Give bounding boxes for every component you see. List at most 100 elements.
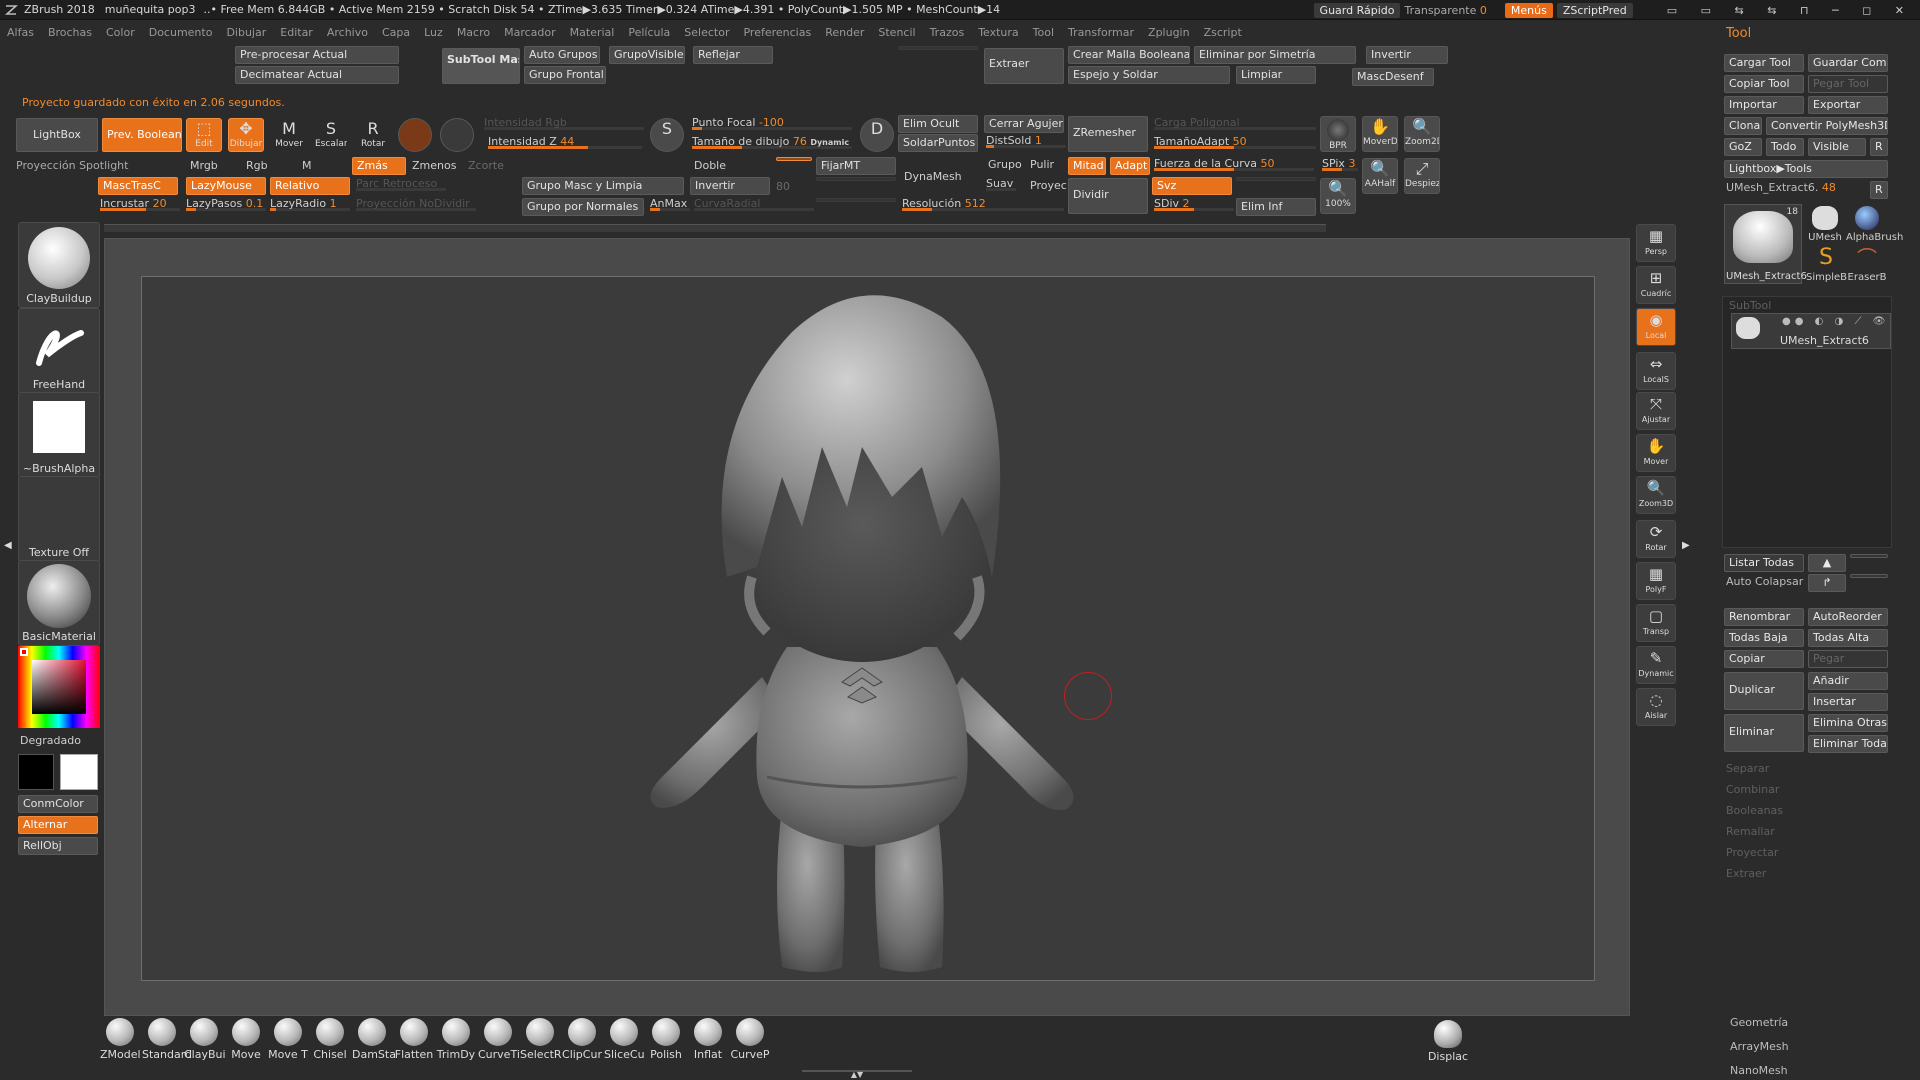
rgb-toggle[interactable]: Rgb bbox=[246, 159, 268, 172]
adaptive-size-slider[interactable]: TamañoAdapt 50 bbox=[1154, 135, 1316, 149]
brush-15[interactable]: CurveP bbox=[730, 1018, 770, 1061]
curve-radial-slider[interactable]: CurvaRadial bbox=[694, 197, 814, 211]
project-item[interactable]: Proyectar bbox=[1726, 846, 1778, 859]
r-button[interactable]: R bbox=[1870, 138, 1888, 156]
menu-item-17[interactable]: Trazos bbox=[923, 26, 972, 39]
autoreorder-button[interactable]: AutoReorder bbox=[1808, 608, 1888, 626]
zoom100-button[interactable]: 🔍 100% bbox=[1320, 178, 1356, 214]
group-front-button[interactable]: Grupo Frontal bbox=[524, 66, 606, 84]
symmetry-icon-button[interactable]: S bbox=[650, 118, 684, 152]
despiez-button[interactable]: ⤢ Despiez bbox=[1404, 158, 1440, 194]
delete-button[interactable]: Eliminar bbox=[1724, 714, 1804, 752]
menu-item-11[interactable]: Material bbox=[563, 26, 622, 39]
menu-item-7[interactable]: Capa bbox=[375, 26, 417, 39]
all-low-button[interactable]: Todas Baja bbox=[1724, 629, 1804, 647]
clean-button[interactable]: Limpiar bbox=[1236, 66, 1316, 84]
moverd-button[interactable]: ✋ MoverD bbox=[1362, 116, 1398, 152]
relative-toggle[interactable]: Relativo bbox=[270, 177, 350, 195]
brush-13[interactable]: Polish bbox=[646, 1018, 686, 1061]
lazy-mouse-toggle[interactable]: LazyMouse bbox=[186, 177, 266, 195]
brush-3[interactable]: Move bbox=[226, 1018, 266, 1061]
backface-slider[interactable]: Parc Retroceso bbox=[356, 177, 446, 191]
default-zscript-button[interactable]: ZScriptPred bbox=[1556, 2, 1633, 18]
dynamic-size-button[interactable]: D bbox=[860, 118, 894, 152]
extract-button[interactable]: Extraer bbox=[984, 48, 1064, 84]
move-mode-button[interactable]: M Mover bbox=[272, 118, 306, 152]
brush-7[interactable]: Flatten bbox=[394, 1018, 434, 1061]
current-tool-thumb[interactable]: 18 UMesh_Extract6 bbox=[1724, 204, 1807, 284]
zadd-toggle[interactable]: Zmás bbox=[352, 157, 406, 175]
tool-thumb-eraserbrush[interactable]: ⌒ EraserB bbox=[1846, 246, 1888, 286]
rgb-intensity-slider[interactable]: Intensidad Rgb bbox=[484, 116, 644, 130]
delete-others-button[interactable]: Elimina Otras bbox=[1808, 714, 1888, 732]
embed-slider[interactable]: Incrustar 20 bbox=[100, 197, 180, 211]
svz-toggle[interactable]: Svz bbox=[1152, 177, 1232, 195]
rename-button[interactable]: Renombrar bbox=[1724, 608, 1804, 626]
menu-item-13[interactable]: Selector bbox=[677, 26, 736, 39]
horizontal-scrollbar[interactable] bbox=[104, 224, 1326, 232]
shelf-rotar-button[interactable]: ⟳ Rotar bbox=[1636, 520, 1676, 558]
shelf-mover-button[interactable]: ✋ Mover bbox=[1636, 434, 1676, 472]
copy-tool-button[interactable]: Copiar Tool bbox=[1724, 75, 1804, 93]
draw-mode-button[interactable]: ✥ Dibujar bbox=[228, 118, 264, 152]
unmask-button[interactable]: MascDesenf bbox=[1352, 68, 1434, 86]
brush-14[interactable]: Inflat bbox=[688, 1018, 728, 1061]
dist-sold-slider[interactable]: DistSold 1 bbox=[986, 134, 1066, 148]
menu-item-3[interactable]: Documento bbox=[142, 26, 220, 39]
menus-toggle[interactable]: Menús bbox=[1504, 2, 1553, 18]
insert-button[interactable]: Insertar bbox=[1808, 693, 1888, 711]
scale-mode-button[interactable]: S Escalar bbox=[314, 118, 348, 152]
quick-save-button[interactable]: Guard Rápido bbox=[1313, 2, 1401, 18]
remesh-item[interactable]: Remallar bbox=[1726, 825, 1775, 838]
auto-collapse-toggle[interactable]: ↱ bbox=[1808, 574, 1846, 592]
canvas[interactable] bbox=[141, 276, 1595, 981]
menu-item-21[interactable]: Zplugin bbox=[1141, 26, 1197, 39]
alternate-button[interactable]: Alternar bbox=[18, 816, 98, 834]
alpha-slot[interactable]: ~BrushAlpha bbox=[18, 392, 100, 478]
visible-button[interactable]: Visible bbox=[1808, 138, 1866, 156]
color-picker-square[interactable] bbox=[32, 660, 86, 714]
double-toggle[interactable]: Doble bbox=[694, 159, 726, 172]
material-slot[interactable]: BasicMaterial bbox=[18, 560, 100, 646]
spix-slider[interactable]: SPix 3 bbox=[1322, 157, 1358, 171]
menu-item-6[interactable]: Archivo bbox=[320, 26, 375, 39]
texture-slot[interactable]: Texture Off bbox=[18, 476, 100, 562]
rotate-mode-button[interactable]: R Rotar bbox=[356, 118, 390, 152]
subtool-master-button[interactable]: SubTool Master bbox=[442, 48, 520, 84]
load-tool-button[interactable]: Cargar Tool bbox=[1724, 54, 1804, 72]
anmax-slider[interactable]: AnMax bbox=[650, 197, 690, 211]
left-collapse-handle[interactable]: ◀ bbox=[4, 540, 12, 562]
append-button[interactable]: Añadir bbox=[1808, 672, 1888, 690]
shelf-polyf-button[interactable]: ▦ PolyF bbox=[1636, 562, 1676, 600]
r-small-button[interactable]: R bbox=[1870, 181, 1888, 199]
boolean-mesh-button[interactable]: Crear Malla Booleana bbox=[1068, 46, 1190, 64]
menu-item-16[interactable]: Stencil bbox=[871, 26, 922, 39]
delete-all-button[interactable]: Eliminar Todas bbox=[1808, 735, 1888, 753]
smooth-slider[interactable]: Suav bbox=[986, 177, 1016, 191]
brush-9[interactable]: CurveTi bbox=[478, 1018, 520, 1061]
brush-0[interactable]: ZModel bbox=[100, 1018, 141, 1061]
main-color-swatch[interactable] bbox=[18, 754, 54, 790]
lightbox-button[interactable]: LightBox bbox=[16, 118, 98, 152]
lazy-step-slider[interactable]: LazyPasos 0.1 bbox=[186, 197, 266, 211]
brush-1[interactable]: Standard bbox=[142, 1018, 192, 1061]
nanomesh-item[interactable]: NanoMesh bbox=[1730, 1064, 1788, 1077]
fix-mt-button[interactable]: FijarMT bbox=[816, 157, 896, 175]
menu-item-1[interactable]: Brochas bbox=[41, 26, 99, 39]
extract-item[interactable]: Extraer bbox=[1726, 867, 1766, 880]
all-button[interactable]: Todo bbox=[1766, 138, 1804, 156]
brush-2[interactable]: ClayBui bbox=[184, 1018, 226, 1061]
auto-collapse-label[interactable]: Auto Colapsar bbox=[1726, 575, 1803, 588]
group-visible-button[interactable]: GrupoVisible bbox=[609, 46, 685, 64]
shelf-local-button[interactable]: ◉ Local bbox=[1636, 308, 1676, 346]
half-toggle[interactable]: Mitad bbox=[1068, 157, 1106, 175]
lazy-radius-slider[interactable]: LazyRadio 1 bbox=[270, 197, 350, 211]
brush-5[interactable]: Chisel bbox=[310, 1018, 350, 1061]
displace-brush[interactable]: Displac bbox=[1426, 1020, 1470, 1063]
groups-toggle[interactable]: Grupo bbox=[988, 158, 1022, 171]
menu-item-0[interactable]: Alfas bbox=[0, 26, 41, 39]
close-holes-button[interactable]: Cerrar Agujero bbox=[984, 115, 1064, 133]
arraymesh-item[interactable]: ArrayMesh bbox=[1730, 1040, 1789, 1053]
copy-subtool-button[interactable]: Copiar bbox=[1724, 650, 1804, 668]
save-as-button[interactable]: Guardar Como bbox=[1808, 54, 1888, 72]
